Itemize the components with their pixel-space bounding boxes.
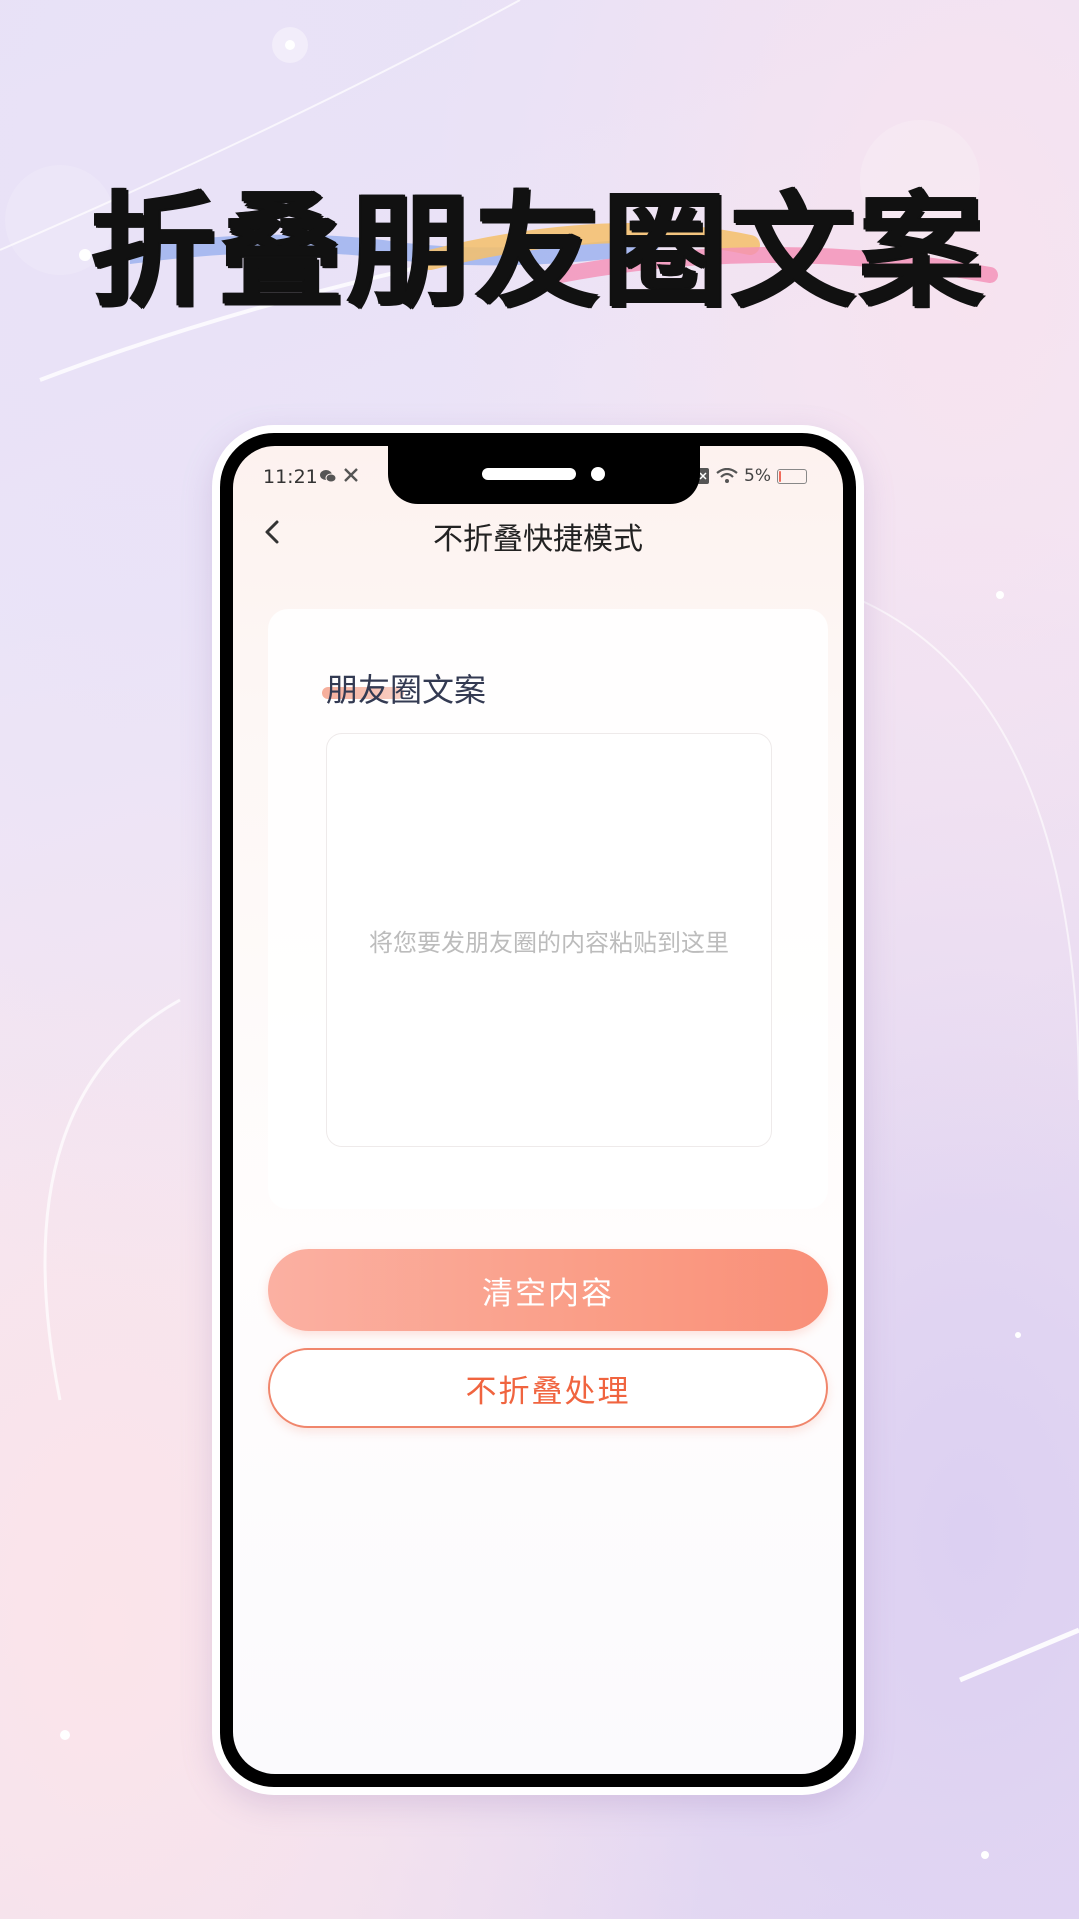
textarea-placeholder: 将您要发朋友圈的内容粘贴到这里	[369, 928, 729, 957]
status-time: 11:21	[263, 466, 318, 488]
no-fold-process-button[interactable]: 不折叠处理	[268, 1348, 828, 1428]
nav-bar: 不折叠快捷模式	[233, 504, 843, 568]
card-label: 朋友圈文案	[326, 671, 487, 709]
app-screen: 11:21 5% 不折叠快捷模式 朋友圈文案 将您要发朋友圈的内容粘贴到这里 清…	[233, 446, 843, 1774]
content-card: 朋友圈文案 将您要发朋友圈的内容粘贴到这里	[268, 609, 828, 1209]
page-title: 不折叠快捷模式	[433, 522, 643, 557]
card-label-group: 朋友圈文案	[322, 665, 487, 711]
wechat-icon	[320, 470, 337, 483]
moments-text-input[interactable]: 将您要发朋友圈的内容粘贴到这里	[326, 733, 772, 1147]
phone-mockup: 11:21 5% 不折叠快捷模式 朋友圈文案 将您要发朋友圈的内容粘贴到这里 清…	[212, 425, 864, 1795]
battery-percent: 5%	[744, 466, 771, 486]
phone-bezel: 11:21 5% 不折叠快捷模式 朋友圈文案 将您要发朋友圈的内容粘贴到这里 清…	[220, 433, 856, 1787]
status-left-icons	[319, 467, 360, 487]
battery-icon	[777, 468, 807, 484]
phone-notch	[388, 446, 700, 504]
status-right-group: 5%	[696, 466, 807, 486]
tools-icon	[343, 468, 358, 482]
clear-content-button[interactable]: 清空内容	[268, 1249, 828, 1331]
notch-speaker	[482, 468, 576, 480]
battery-level	[779, 470, 781, 482]
promo-headline: 折叠朋友圈文案	[91, 180, 988, 324]
notch-camera	[591, 467, 605, 481]
wifi-icon	[716, 468, 738, 483]
